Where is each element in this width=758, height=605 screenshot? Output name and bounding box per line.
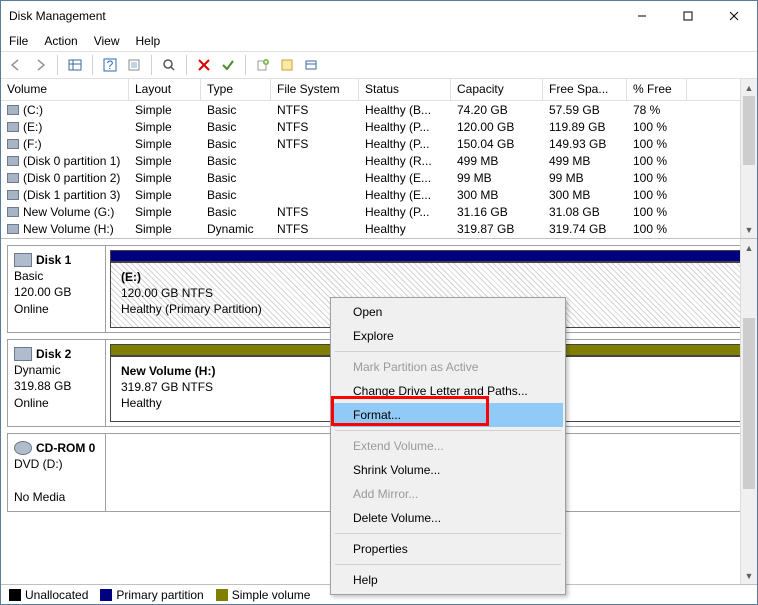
col-volume[interactable]: Volume: [1, 79, 129, 100]
check-icon[interactable]: [217, 54, 239, 76]
menu-bar: File Action View Help: [1, 31, 757, 51]
scroll-thumb[interactable]: [743, 318, 755, 489]
volume-row[interactable]: New Volume (G:)SimpleBasicNTFSHealthy (P…: [1, 203, 757, 220]
window-title: Disk Management: [9, 9, 619, 23]
volume-row[interactable]: (Disk 1 partition 3)SimpleBasicHealthy (…: [1, 186, 757, 203]
ctx-help[interactable]: Help: [333, 568, 563, 592]
table-view-icon[interactable]: [64, 54, 86, 76]
menu-action[interactable]: Action: [44, 34, 77, 48]
volume-icon: [7, 190, 19, 200]
disk-icon: [14, 347, 32, 361]
help-icon[interactable]: ?: [99, 54, 121, 76]
col-fs[interactable]: File System: [271, 79, 359, 100]
volume-icon: [7, 224, 19, 234]
refresh-icon[interactable]: [158, 54, 180, 76]
menu-help[interactable]: Help: [136, 34, 161, 48]
disk-label: Disk 2 Dynamic 319.88 GB Online: [8, 340, 106, 426]
ctx-change-letter[interactable]: Change Drive Letter and Paths...: [333, 379, 563, 403]
ctx-add-mirror: Add Mirror...: [333, 482, 563, 506]
svg-text:?: ?: [107, 58, 114, 72]
ctx-format[interactable]: Format...: [333, 403, 563, 427]
legend-item-unallocated: Unallocated: [9, 588, 88, 602]
close-button[interactable]: [711, 1, 757, 31]
volume-icon: [7, 122, 19, 132]
list-icon[interactable]: [300, 54, 322, 76]
menu-view[interactable]: View: [94, 34, 120, 48]
col-status[interactable]: Status: [359, 79, 451, 100]
col-pctfree[interactable]: % Free: [627, 79, 687, 100]
volume-icon: [7, 207, 19, 217]
graphical-scrollbar[interactable]: ▲ ▼: [740, 239, 757, 584]
volume-row[interactable]: (Disk 0 partition 2)SimpleBasicHealthy (…: [1, 169, 757, 186]
toolbar: ?: [1, 51, 757, 79]
ctx-properties[interactable]: Properties: [333, 537, 563, 561]
col-type[interactable]: Type: [201, 79, 271, 100]
ctx-mark-active: Mark Partition as Active: [333, 355, 563, 379]
minimize-button[interactable]: [619, 1, 665, 31]
legend-item-simple: Simple volume: [216, 588, 311, 602]
volume-row[interactable]: (C:)SimpleBasicNTFSHealthy (B...74.20 GB…: [1, 101, 757, 118]
disk-icon: [14, 253, 32, 267]
scroll-down-icon[interactable]: ▼: [741, 221, 757, 238]
title-bar: Disk Management: [1, 1, 757, 31]
ctx-open[interactable]: Open: [333, 300, 563, 324]
disk-label: Disk 1 Basic 120.00 GB Online: [8, 246, 106, 332]
cdrom-icon: [14, 441, 32, 455]
volume-row[interactable]: New Volume (H:)SimpleDynamicNTFSHealthy3…: [1, 220, 757, 237]
ctx-shrink[interactable]: Shrink Volume...: [333, 458, 563, 482]
volumes-scrollbar[interactable]: ▲ ▼: [740, 79, 757, 238]
properties-icon[interactable]: [276, 54, 298, 76]
volume-icon: [7, 173, 19, 183]
col-capacity[interactable]: Capacity: [451, 79, 543, 100]
menu-file[interactable]: File: [9, 34, 28, 48]
maximize-button[interactable]: [665, 1, 711, 31]
ctx-extend: Extend Volume...: [333, 434, 563, 458]
col-layout[interactable]: Layout: [129, 79, 201, 100]
context-menu: Open Explore Mark Partition as Active Ch…: [330, 297, 566, 595]
new-icon[interactable]: [252, 54, 274, 76]
ctx-delete[interactable]: Delete Volume...: [333, 506, 563, 530]
volume-row[interactable]: (F:)SimpleBasicNTFSHealthy (P...150.04 G…: [1, 135, 757, 152]
col-free[interactable]: Free Spa...: [543, 79, 627, 100]
disk-label: CD-ROM 0 DVD (D:) No Media: [8, 434, 106, 511]
legend-item-primary: Primary partition: [100, 588, 203, 602]
scroll-thumb[interactable]: [743, 96, 755, 165]
scroll-down-icon[interactable]: ▼: [741, 567, 757, 584]
volume-icon: [7, 139, 19, 149]
volume-icon: [7, 105, 19, 115]
volume-list: Volume Layout Type File System Status Ca…: [1, 79, 757, 239]
volume-list-header: Volume Layout Type File System Status Ca…: [1, 79, 757, 101]
delete-icon[interactable]: [193, 54, 215, 76]
partition-color-bar: [110, 250, 746, 262]
scroll-up-icon[interactable]: ▲: [741, 239, 757, 256]
ctx-explore[interactable]: Explore: [333, 324, 563, 348]
back-icon: [5, 54, 27, 76]
settings-icon[interactable]: [123, 54, 145, 76]
forward-icon: [29, 54, 51, 76]
volume-icon: [7, 156, 19, 166]
volume-row[interactable]: (E:)SimpleBasicNTFSHealthy (P...120.00 G…: [1, 118, 757, 135]
scroll-up-icon[interactable]: ▲: [741, 79, 757, 96]
volume-row[interactable]: (Disk 0 partition 1)SimpleBasicHealthy (…: [1, 152, 757, 169]
